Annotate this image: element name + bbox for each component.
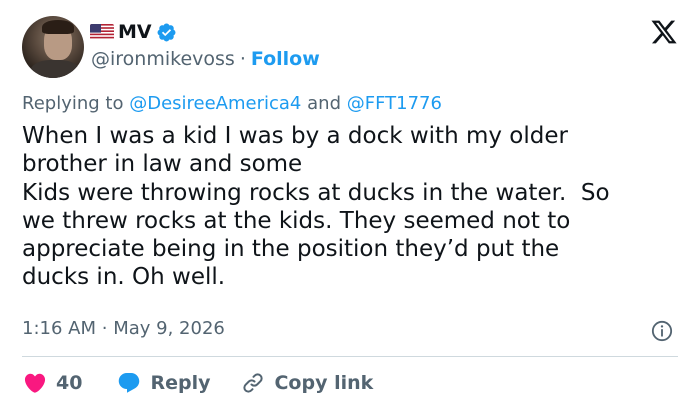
reply-button[interactable]: Reply: [116, 371, 210, 395]
info-icon[interactable]: [651, 320, 673, 342]
author-name-row: MV: [90, 19, 177, 45]
x-logo-icon[interactable]: [650, 18, 678, 46]
author-name[interactable]: MV: [118, 21, 152, 43]
follow-button[interactable]: Follow: [251, 48, 320, 70]
tweet-time[interactable]: 1:16 AM: [22, 318, 96, 339]
timestamp-separator: ·: [101, 318, 108, 339]
verified-badge-icon: [157, 23, 176, 41]
reply-label: Reply: [150, 372, 211, 394]
like-count: 40: [56, 372, 83, 394]
like-button[interactable]: 40: [22, 371, 82, 395]
replying-prefix: Replying to: [22, 93, 124, 114]
handle-separator: ·: [239, 48, 246, 70]
action-bar: 40 Reply Copy link: [22, 368, 373, 398]
heart-icon: [24, 373, 46, 393]
divider: [22, 356, 678, 357]
copy-link-button[interactable]: Copy link: [240, 371, 373, 395]
mention-link-2[interactable]: @FFT1776: [347, 93, 442, 114]
avatar[interactable]: [22, 16, 84, 78]
author-handle[interactable]: @ironmikevoss: [91, 48, 235, 70]
tweet-date[interactable]: May 9, 2026: [113, 318, 225, 339]
tweet-text: When I was a kid I was by a dock with my…: [22, 123, 610, 291]
reply-bubble-icon: [119, 373, 140, 393]
mention-link-1[interactable]: @DesireeAmerica4: [129, 93, 301, 114]
author-handle-row: @ironmikevoss · Follow: [91, 48, 320, 70]
replying-to-line: Replying to @DesireeAmerica4 and @FFT177…: [22, 93, 442, 114]
us-flag-icon: [90, 24, 114, 40]
replying-conjunction: and: [307, 93, 341, 114]
copy-link-label: Copy link: [274, 372, 374, 394]
link-icon: [243, 373, 264, 393]
timestamp[interactable]: 1:16 AM · May 9, 2026: [22, 318, 225, 339]
